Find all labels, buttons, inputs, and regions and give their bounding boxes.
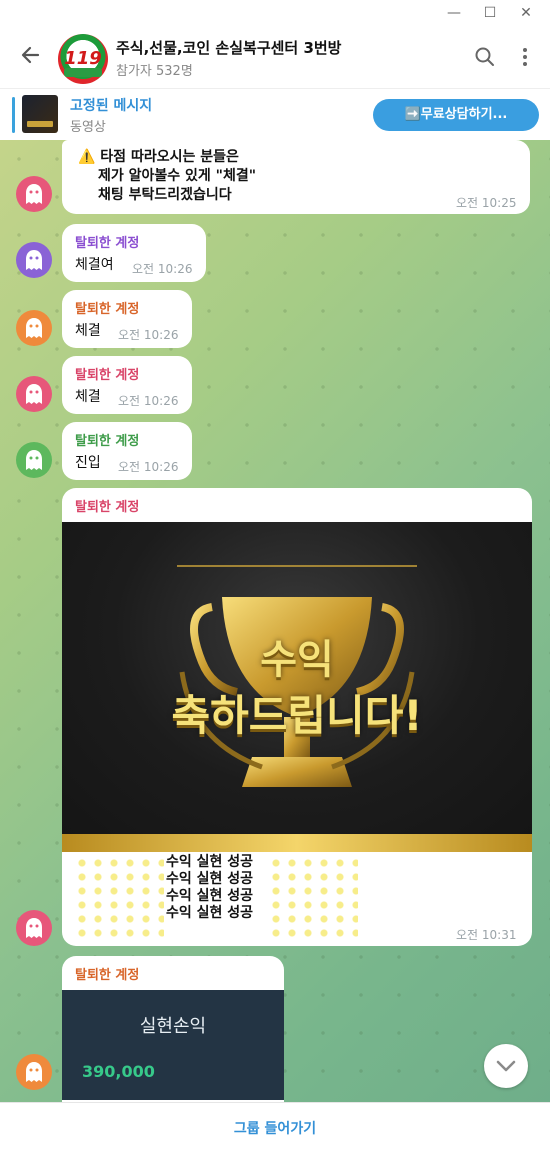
avatar[interactable] bbox=[16, 376, 52, 412]
ghost-icon bbox=[26, 250, 42, 270]
pinned-message-bar[interactable]: 고정된 메시지 동영상 ➡️무료상담하기... bbox=[0, 88, 550, 140]
avatar[interactable] bbox=[16, 1054, 52, 1090]
message-line: 제가 알아볼수 있게 "체결" bbox=[98, 168, 257, 184]
message-bubble[interactable]: ⚠️ 타점 따라오시는 분들은 제가 알아볼수 있게 "체결" 채팅 부탁드리겠… bbox=[62, 140, 530, 214]
ghost-icon bbox=[26, 384, 42, 404]
member-count: 참가자 532명 bbox=[116, 64, 193, 79]
heart-pattern-middle bbox=[268, 856, 358, 938]
close-button[interactable]: ✕ bbox=[516, 4, 536, 22]
message-line: 채팅 부탁드리겠습니다 bbox=[98, 187, 232, 203]
pinned-title: 고정된 메시지 bbox=[70, 98, 153, 114]
message-line: 수익 실현 성공 bbox=[166, 854, 254, 870]
message-line: 수익 실현 성공 bbox=[166, 905, 254, 921]
message-time: 오전 10:26 bbox=[118, 394, 179, 408]
message-text: 진입 bbox=[75, 455, 101, 471]
avatar[interactable] bbox=[16, 442, 52, 478]
sender-name: 탈퇴한 계정 bbox=[75, 236, 140, 251]
sender-name: 탈퇴한 계정 bbox=[75, 302, 140, 317]
free-consult-button[interactable]: ➡️무료상담하기... bbox=[373, 99, 539, 131]
ghost-icon bbox=[26, 1062, 42, 1082]
minimize-button[interactable]: — bbox=[444, 4, 464, 22]
sender-name: 탈퇴한 계정 bbox=[75, 434, 140, 449]
message-time: 오전 10:26 bbox=[118, 460, 179, 474]
pinned-thumbnail bbox=[22, 95, 58, 133]
message-text: ⚠️ 타점 따라오시는 분들은 제가 알아볼수 있게 "체결" 채팅 부탁드리겠… bbox=[78, 148, 256, 205]
message-line: ⚠️ 타점 따라오시는 분들은 bbox=[78, 149, 239, 165]
profit-value: 390,000 bbox=[82, 1062, 155, 1081]
more-options-icon[interactable] bbox=[514, 46, 536, 68]
chevron-down-icon bbox=[496, 1060, 516, 1072]
message-bubble[interactable]: 탈퇴한 계정 수익 축하드립니다! 수익 실현 성공 수익 실현 성공 수익 실… bbox=[62, 488, 532, 946]
message-time: 오전 10:25 bbox=[456, 196, 517, 210]
avatar[interactable] bbox=[16, 910, 52, 946]
window-titlebar: — ☐ ✕ bbox=[0, 0, 550, 28]
ghost-icon bbox=[26, 184, 42, 204]
gold-stripe bbox=[62, 834, 532, 852]
message-bubble[interactable]: 탈퇴한 계정 진입 오전 10:26 bbox=[62, 422, 192, 480]
message-bubble[interactable]: 탈퇴한 계정 체결여 오전 10:26 bbox=[62, 224, 206, 282]
avatar[interactable] bbox=[16, 176, 52, 212]
sender-name: 탈퇴한 계정 bbox=[75, 500, 140, 515]
join-group-button[interactable]: 그룹 들어가기 bbox=[0, 1118, 550, 1138]
message-bubble[interactable]: 탈퇴한 계정 실현손익 390,000 bbox=[62, 956, 284, 1102]
message-line: 수익 실현 성공 bbox=[166, 888, 254, 904]
back-arrow-icon[interactable] bbox=[18, 42, 44, 68]
pinned-subtitle: 동영상 bbox=[70, 120, 106, 135]
profit-image[interactable]: 실현손익 390,000 bbox=[62, 990, 284, 1100]
chat-header: 119 주식,선물,코인 손실복구센터 3번방 참가자 532명 bbox=[0, 28, 550, 88]
heart-pattern-left bbox=[74, 856, 164, 938]
group-avatar[interactable]: 119 bbox=[58, 34, 108, 84]
ghost-icon bbox=[26, 450, 42, 470]
avatar[interactable] bbox=[16, 242, 52, 278]
image-text-congrats: 축하드립니다! bbox=[171, 691, 423, 740]
scroll-down-button[interactable] bbox=[484, 1044, 528, 1088]
ghost-icon bbox=[26, 918, 42, 938]
sender-name: 탈퇴한 계정 bbox=[75, 968, 140, 983]
ghost-icon bbox=[26, 318, 42, 338]
avatar[interactable] bbox=[16, 310, 52, 346]
message-bubble[interactable]: 탈퇴한 계정 체결 오전 10:26 bbox=[62, 290, 192, 348]
message-bubble[interactable]: 탈퇴한 계정 체결 오전 10:26 bbox=[62, 356, 192, 414]
group-title[interactable]: 주식,선물,코인 손실복구센터 3번방 bbox=[116, 37, 341, 58]
message-text: 체결 bbox=[75, 323, 101, 339]
message-time: 오전 10:31 bbox=[456, 928, 517, 942]
group-logo-text: 119 bbox=[64, 48, 102, 69]
message-text: 체결 bbox=[75, 389, 101, 405]
message-time: 오전 10:26 bbox=[132, 262, 193, 276]
sender-name: 탈퇴한 계정 bbox=[75, 368, 140, 383]
pinned-indicator bbox=[12, 97, 15, 133]
congrats-image[interactable]: 수익 축하드립니다! bbox=[62, 522, 532, 834]
footer-bar: 그룹 들어가기 bbox=[0, 1102, 550, 1153]
maximize-button[interactable]: ☐ bbox=[480, 4, 500, 22]
message-line: 수익 실현 성공 bbox=[166, 871, 254, 887]
message-time: 오전 10:26 bbox=[118, 328, 179, 342]
profit-label: 실현손익 bbox=[139, 1016, 207, 1037]
message-text: 수익 실현 성공 수익 실현 성공 수익 실현 성공 수익 실현 성공 bbox=[166, 854, 253, 922]
search-icon[interactable] bbox=[474, 46, 496, 68]
image-text-profit: 수익 bbox=[260, 637, 334, 683]
logo-band bbox=[64, 68, 102, 77]
chat-area[interactable]: ⚠️ 타점 따라오시는 분들은 제가 알아볼수 있게 "체결" 채팅 부탁드리겠… bbox=[0, 140, 550, 1102]
message-text: 체결여 bbox=[75, 257, 114, 273]
